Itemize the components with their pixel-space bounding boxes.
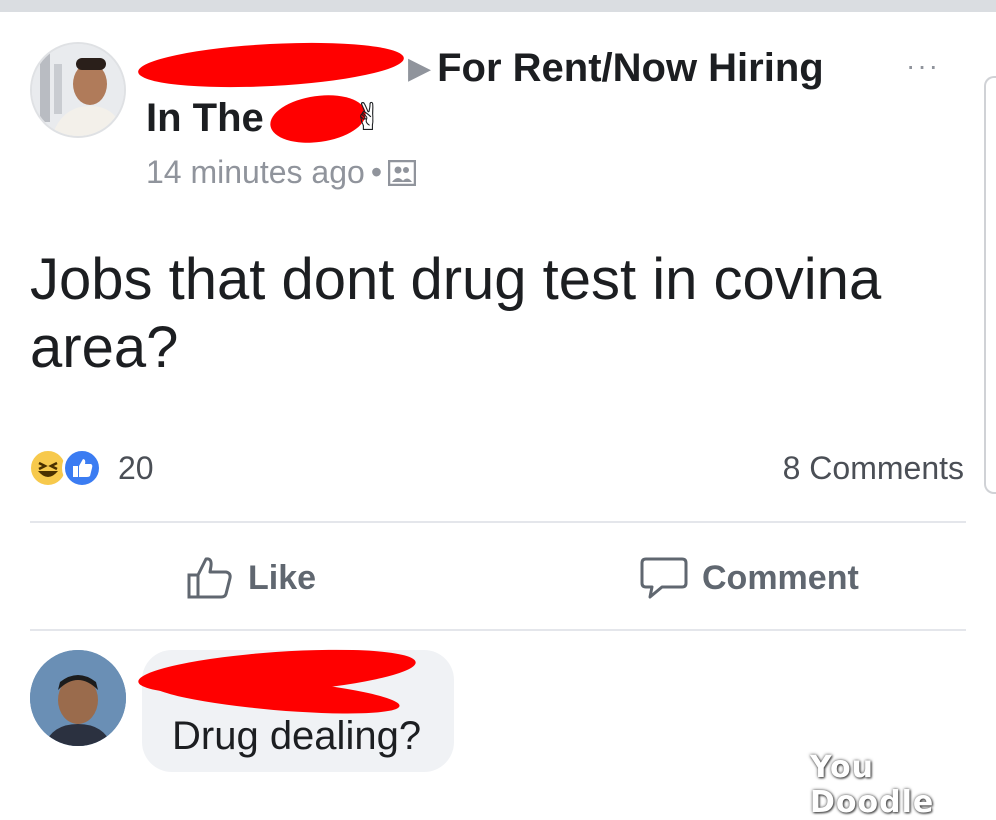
post-text: Jobs that dont drug test in covina area? xyxy=(30,247,882,380)
poster-avatar[interactable] xyxy=(30,42,126,138)
comment-button[interactable]: Comment xyxy=(640,550,859,606)
meta-separator: • xyxy=(370,154,383,190)
comments-count[interactable]: 8 Comments xyxy=(783,448,964,488)
peace-emoji: ✌ xyxy=(352,97,384,139)
comment-text: Drug dealing? xyxy=(172,714,422,758)
post-meta: 14 minutes ago • xyxy=(146,152,417,195)
scroll-edge xyxy=(984,76,996,494)
audience-photo-icon xyxy=(387,155,417,195)
top-bar xyxy=(0,0,996,12)
post-header-line1: ▶ For Rent/Now Hiring xyxy=(146,44,876,93)
commenter-avatar[interactable] xyxy=(30,650,126,746)
arrow-right-icon: ▶ xyxy=(408,52,432,85)
watermark: You Doodle xyxy=(810,750,935,820)
post-timestamp[interactable]: 14 minutes ago xyxy=(146,154,365,190)
like-label: Like xyxy=(248,558,317,597)
comment-bubble-icon xyxy=(640,557,688,599)
thumbs-up-icon xyxy=(187,557,232,599)
like-reaction-icon xyxy=(62,448,102,488)
divider xyxy=(30,629,966,631)
group-name[interactable]: For Rent/Now Hiring xyxy=(437,46,824,90)
reaction-count: 20 xyxy=(118,450,154,486)
divider xyxy=(30,521,966,523)
more-options-icon[interactable]: ··· xyxy=(906,50,940,82)
like-button[interactable]: Like xyxy=(186,550,316,606)
comment-label: Comment xyxy=(702,558,859,597)
group-name-line2[interactable]: In The xyxy=(146,94,264,142)
